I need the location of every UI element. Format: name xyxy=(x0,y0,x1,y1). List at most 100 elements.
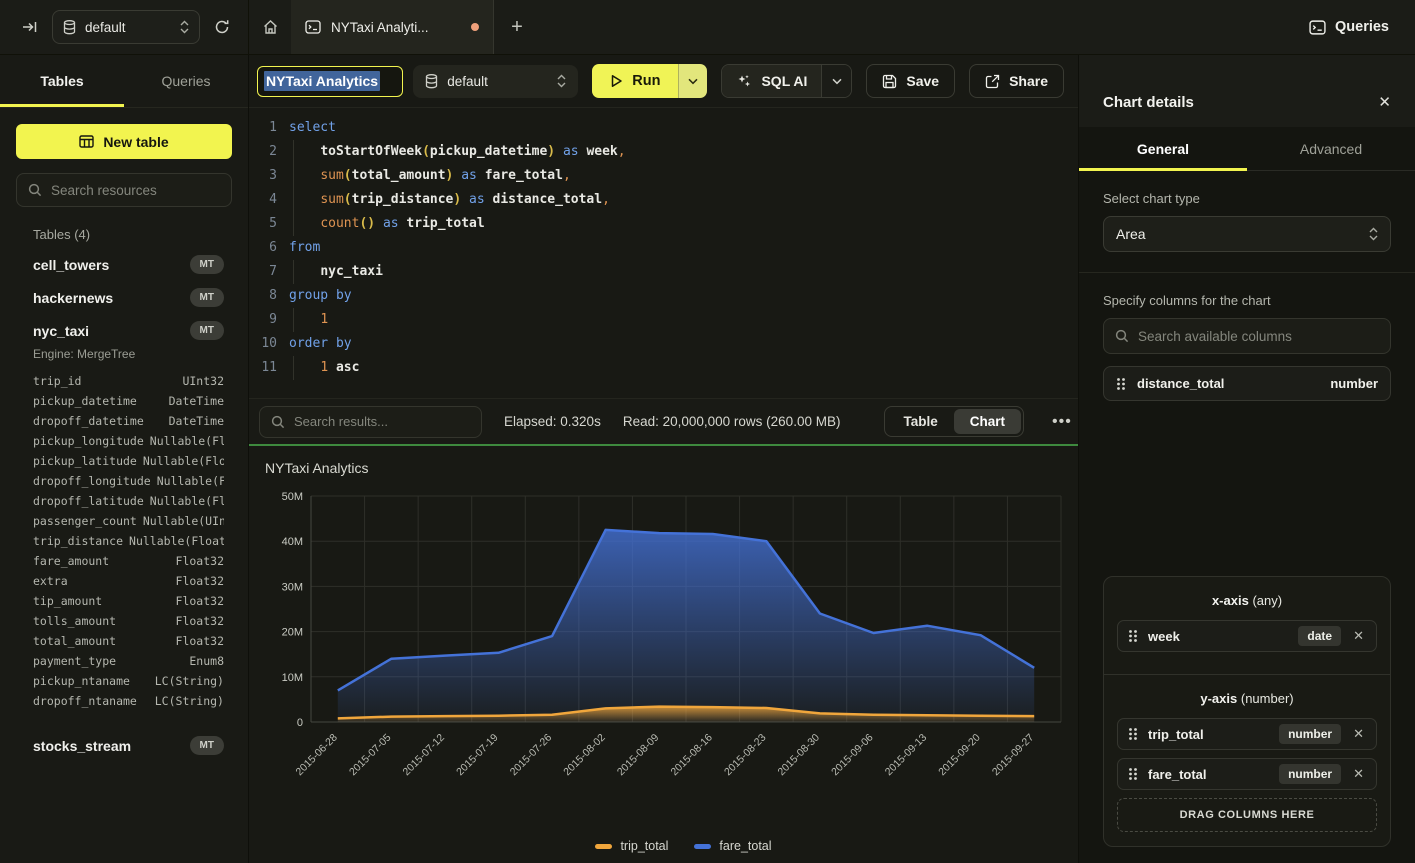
share-label: Share xyxy=(1009,73,1048,89)
code-line: 1 xyxy=(289,308,1078,332)
results-menu-button[interactable]: ••• xyxy=(1046,411,1078,433)
refresh-icon xyxy=(214,19,230,35)
close-panel-button[interactable]: ✕ xyxy=(1378,93,1391,111)
x-axis-constraint: (any) xyxy=(1252,593,1282,608)
column-name: fare_amount xyxy=(33,554,109,568)
run-button[interactable]: Run xyxy=(592,64,707,98)
new-table-button[interactable]: New table xyxy=(16,124,232,159)
queries-button[interactable]: Queries xyxy=(1309,19,1389,35)
elapsed-stat: Elapsed: 0.320s xyxy=(504,414,601,429)
queries-label: Queries xyxy=(1335,19,1389,35)
sql-ai-button[interactable]: SQL AI xyxy=(721,64,852,98)
columns-search-input[interactable] xyxy=(1138,329,1379,344)
table-item-hackernews[interactable]: hackernews MT xyxy=(0,281,248,314)
table-item-stocks-stream[interactable]: stocks_stream MT xyxy=(0,729,248,762)
play-icon xyxy=(610,74,623,88)
legend-label: trip_total xyxy=(620,839,668,853)
drag-handle-icon[interactable] xyxy=(1116,377,1126,391)
column-row[interactable]: pickup_ntanameLC(String) xyxy=(33,671,224,691)
column-row[interactable]: pickup_longitude Nullable(Fl xyxy=(33,431,224,451)
view-toggle-chart[interactable]: Chart xyxy=(954,409,1021,434)
collapse-sidebar-button[interactable] xyxy=(18,15,42,39)
column-name: extra xyxy=(33,574,68,588)
share-button[interactable]: Share xyxy=(969,64,1064,98)
column-type: Enum8 xyxy=(189,654,224,668)
home-tab[interactable] xyxy=(249,0,291,54)
column-row[interactable]: total_amountFloat32 xyxy=(33,631,224,651)
column-row[interactable]: tolls_amount Float32 xyxy=(33,611,224,631)
tab-general[interactable]: General xyxy=(1079,127,1247,170)
tab-advanced[interactable]: Advanced xyxy=(1247,127,1415,170)
results-search-input[interactable] xyxy=(294,414,470,429)
save-button[interactable]: Save xyxy=(866,64,955,98)
toolbar-database-selector[interactable]: default xyxy=(413,65,578,98)
run-options-button[interactable] xyxy=(678,64,707,98)
query-title-input[interactable]: NYTaxi Analytics xyxy=(257,66,403,97)
sidebar-tab-tables[interactable]: Tables xyxy=(0,55,124,107)
table-item-nyc-taxi[interactable]: nyc_taxi MT xyxy=(0,314,248,347)
line-number: 10 xyxy=(249,332,277,356)
column-row[interactable]: dropoff_latitudeNullable(Fl xyxy=(33,491,224,511)
sidebar-tab-queries[interactable]: Queries xyxy=(124,55,248,107)
column-row[interactable]: pickup_latitudeNullable(Flo xyxy=(33,451,224,471)
column-row[interactable]: pickup_datetimeDateTime xyxy=(33,391,224,411)
sql-editor[interactable]: 1234567891011 select toStartOfWeek(picku… xyxy=(249,108,1078,398)
column-type: UInt32 xyxy=(182,374,224,388)
remove-column-button[interactable]: ✕ xyxy=(1351,726,1366,742)
table-item-cell-towers[interactable]: cell_towers MT xyxy=(0,248,248,281)
sql-ai-options-button[interactable] xyxy=(821,65,851,97)
column-row[interactable]: trip_distanceNullable(Float xyxy=(33,531,224,551)
svg-text:10M: 10M xyxy=(282,672,303,684)
column-chip-distance_total[interactable]: distance_totalnumber xyxy=(1103,366,1391,401)
column-name: tolls_amount xyxy=(33,614,116,628)
drag-handle-icon[interactable] xyxy=(1128,727,1138,741)
code-line: count() as trip_total xyxy=(289,212,1078,236)
topbar-database-selector[interactable]: default xyxy=(52,10,200,44)
column-type: Float32 xyxy=(176,614,224,628)
column-type: Nullable(Flo xyxy=(143,454,224,468)
column-type: LC(String) xyxy=(155,674,224,688)
chip-column-name: distance_total xyxy=(1137,376,1319,391)
column-row[interactable]: trip_idUInt32 xyxy=(33,371,224,391)
chart-type-select[interactable]: Area xyxy=(1103,216,1391,252)
y-axis-columns: trip_totalnumber✕fare_totalnumber✕ xyxy=(1117,718,1377,790)
column-row[interactable]: dropoff_longitudeNullable(F xyxy=(33,471,224,491)
column-row[interactable]: extraFloat32 xyxy=(33,571,224,591)
indent-guide xyxy=(293,308,294,332)
sparkles-icon xyxy=(736,73,752,89)
engine-badge: MT xyxy=(190,288,224,307)
column-type: LC(String) xyxy=(155,694,224,708)
column-row[interactable]: fare_amountFloat32 xyxy=(33,551,224,571)
column-chip-week[interactable]: weekdate✕ xyxy=(1117,620,1377,652)
search-icon xyxy=(28,183,42,197)
chart-area[interactable]: 010M20M30M40M50M2015-06-282015-07-052015… xyxy=(261,484,1066,829)
column-type: Nullable(Fl xyxy=(150,434,224,448)
tab-nytaxi-analytics[interactable]: NYTaxi Analyti... xyxy=(291,0,494,54)
column-chip-trip_total[interactable]: trip_totalnumber✕ xyxy=(1117,718,1377,750)
column-type: Nullable(Fl xyxy=(150,494,224,508)
column-row[interactable]: payment_typeEnum8 xyxy=(33,651,224,671)
new-tab-button[interactable]: + xyxy=(494,0,540,54)
drag-handle-icon[interactable] xyxy=(1128,629,1138,643)
column-row[interactable]: passenger_countNullable(UIn xyxy=(33,511,224,531)
column-chip-fare_total[interactable]: fare_totalnumber✕ xyxy=(1117,758,1377,790)
remove-column-button[interactable]: ✕ xyxy=(1351,628,1366,644)
drag-handle-icon[interactable] xyxy=(1128,767,1138,781)
tables-section-label: Tables (4) xyxy=(0,207,248,248)
column-name: pickup_longitude xyxy=(33,434,144,448)
column-row[interactable]: dropoff_datetimeDateTime xyxy=(33,411,224,431)
chip-type-badge: number xyxy=(1279,724,1341,744)
unsaved-dot-icon xyxy=(471,23,479,31)
legend-item-fare_total[interactable]: fare_total xyxy=(694,839,771,853)
legend-item-trip_total[interactable]: trip_total xyxy=(595,839,668,853)
code-line: toStartOfWeek(pickup_datetime) as week, xyxy=(289,140,1078,164)
column-row[interactable]: dropoff_ntanameLC(String) xyxy=(33,691,224,711)
resource-search-input[interactable] xyxy=(51,183,228,198)
topbar-left: default xyxy=(0,0,249,54)
view-toggle-table[interactable]: Table xyxy=(887,409,953,434)
column-row[interactable]: tip_amountFloat32 xyxy=(33,591,224,611)
refresh-button[interactable] xyxy=(210,15,234,39)
remove-column-button[interactable]: ✕ xyxy=(1351,766,1366,782)
drop-zone[interactable]: DRAG COLUMNS HERE xyxy=(1117,798,1377,832)
topbar: default NYTaxi Analyti... + xyxy=(0,0,1415,55)
